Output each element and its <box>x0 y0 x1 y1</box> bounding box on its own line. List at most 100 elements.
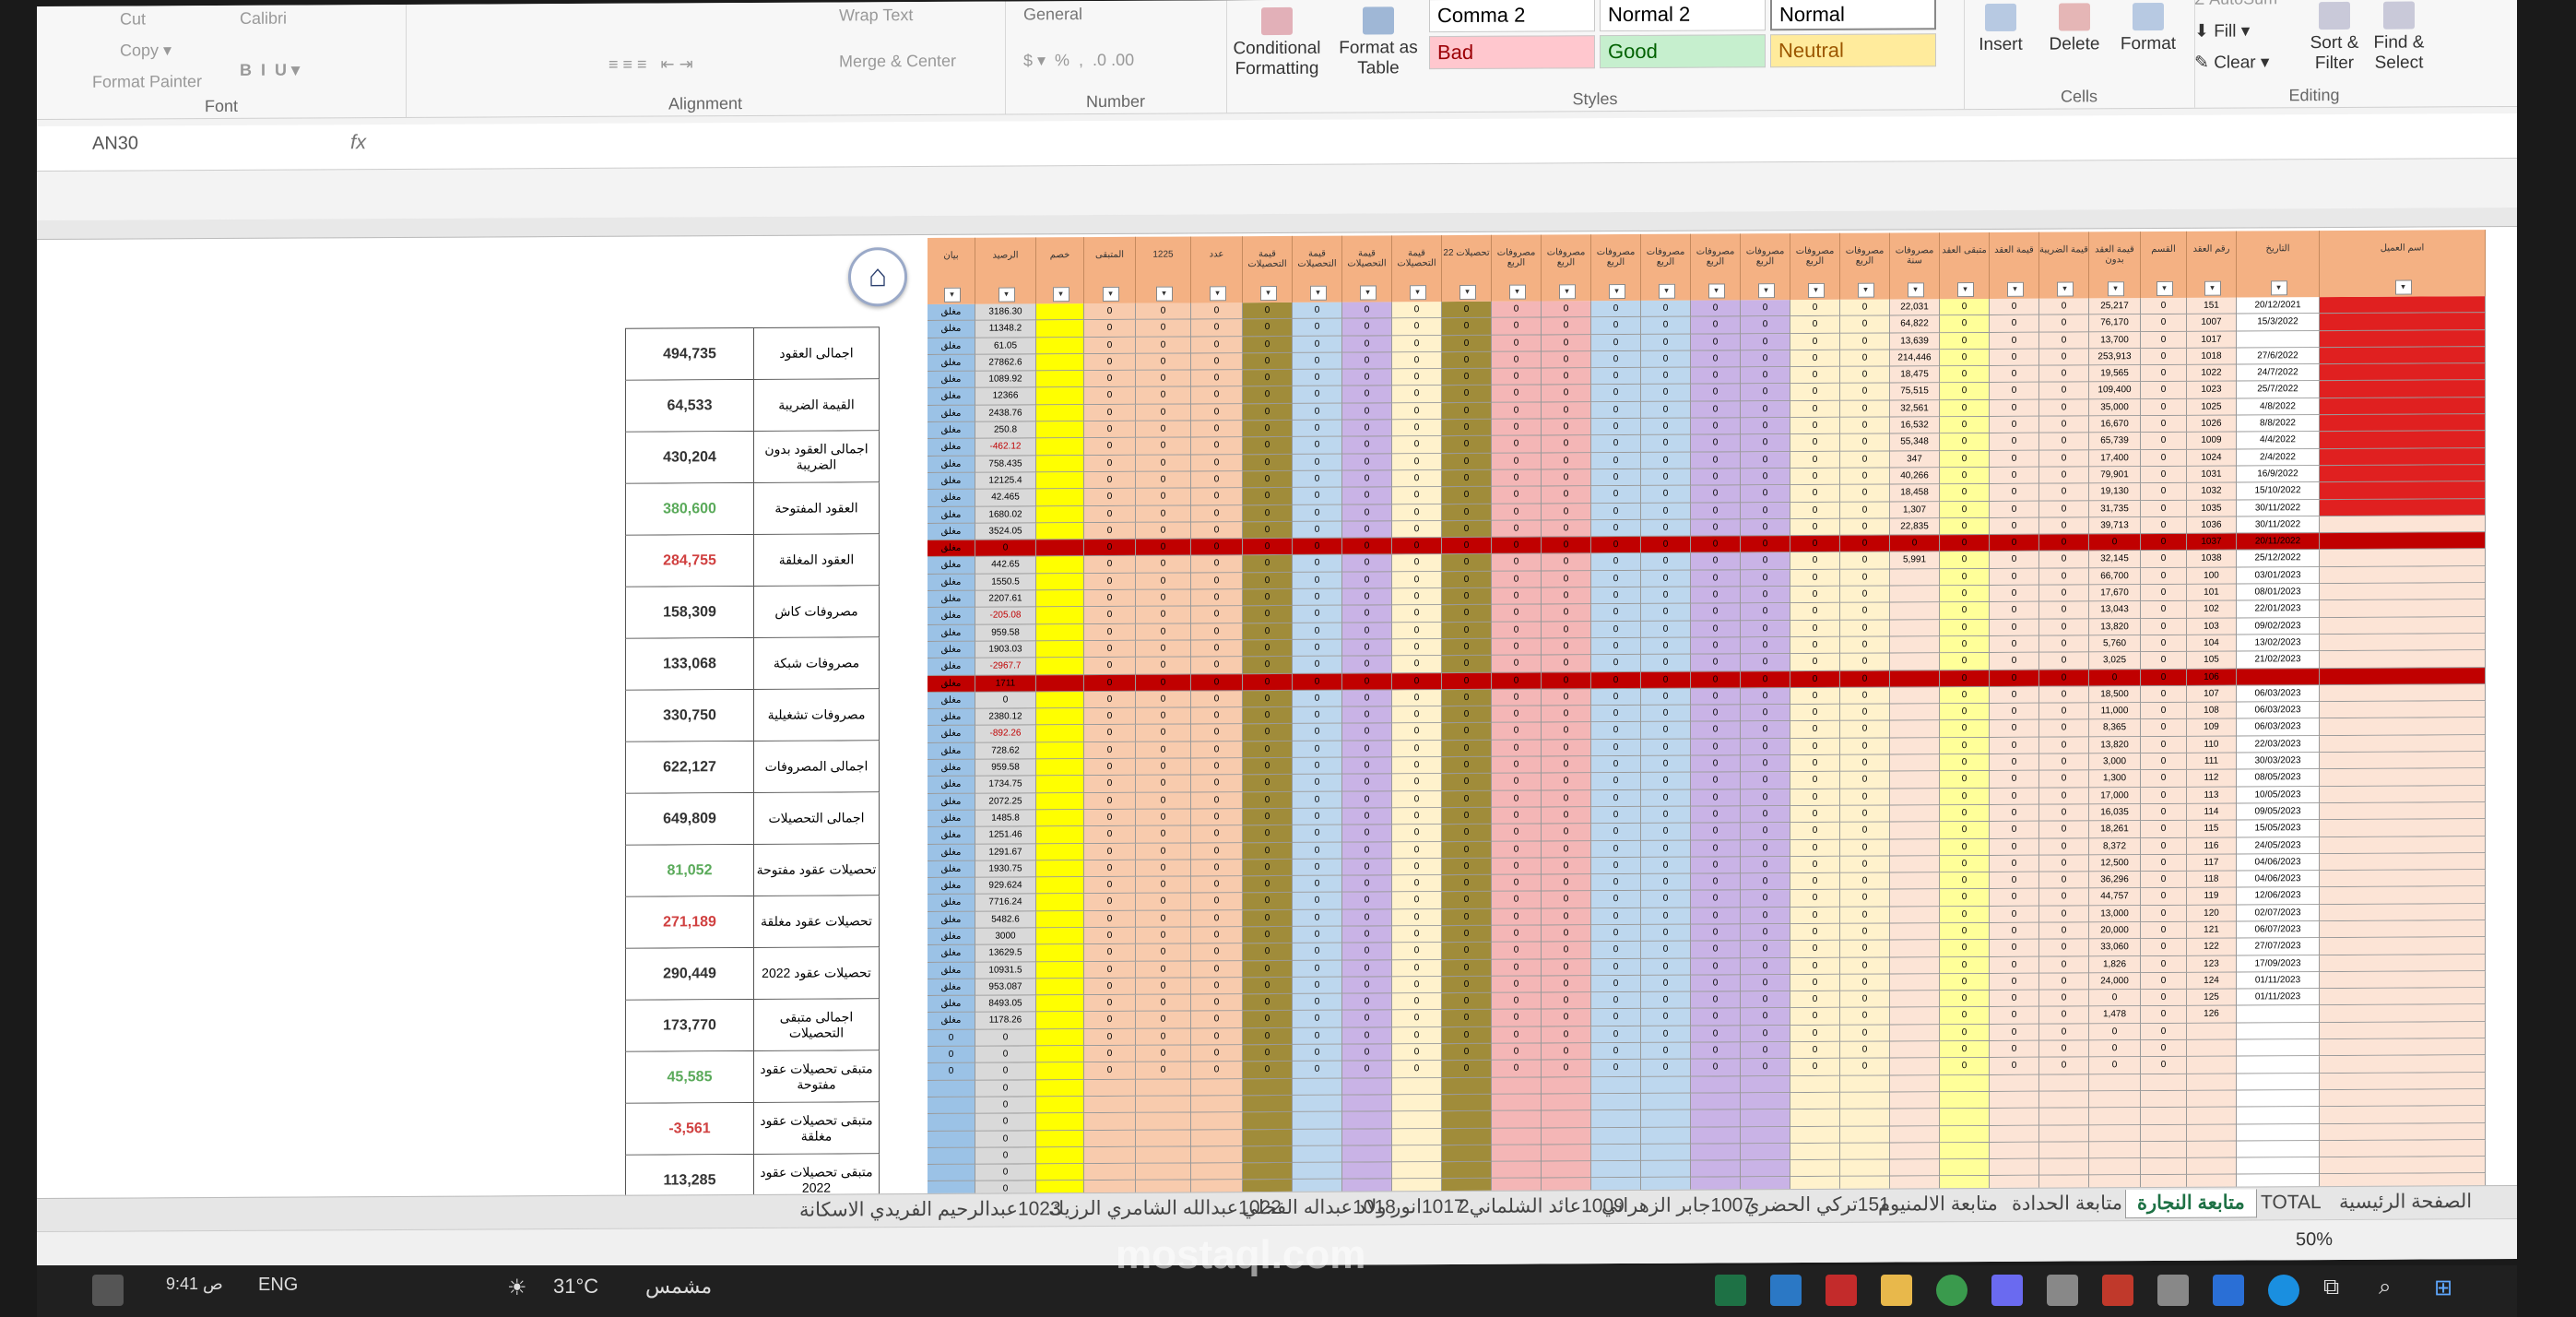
table-cell[interactable]: 0 <box>1492 604 1542 623</box>
table-cell[interactable]: 0 <box>1840 738 1890 755</box>
table-cell[interactable] <box>1890 754 1940 772</box>
table-cell[interactable]: 0 <box>1243 876 1293 894</box>
table-cell[interactable]: 0 <box>1136 910 1191 928</box>
table-cell[interactable] <box>1084 1079 1136 1098</box>
table-cell[interactable] <box>1990 1158 2039 1177</box>
table-cell[interactable]: 100 <box>2187 567 2237 585</box>
table-cell[interactable]: 0 <box>1293 673 1342 691</box>
table-cell[interactable] <box>1741 1126 1790 1145</box>
language-indicator[interactable]: ENG <box>258 1275 298 1296</box>
table-cell[interactable]: 0 <box>1940 670 1990 688</box>
sheet-tab[interactable]: متابعة الحدادة <box>2001 1190 2133 1218</box>
table-cell[interactable] <box>2237 1039 2320 1057</box>
table-cell[interactable]: 0 <box>1741 518 1790 537</box>
table-cell[interactable] <box>1392 1128 1442 1146</box>
table-cell[interactable]: 0 <box>1084 539 1136 557</box>
table-cell[interactable] <box>2320 532 2486 551</box>
table-cell[interactable] <box>2187 1141 2237 1158</box>
table-cell[interactable]: 0 <box>1940 315 1990 333</box>
table-cell[interactable]: 0 <box>1790 350 1840 368</box>
table-cell[interactable]: 1031 <box>2187 466 2237 484</box>
table-cell[interactable]: 0 <box>1492 1060 1542 1078</box>
table-cell[interactable]: 0 <box>1243 1011 1293 1028</box>
table-cell[interactable]: 1734.75 <box>975 776 1036 794</box>
table-cell[interactable]: 0 <box>1492 537 1542 555</box>
table-cell[interactable]: 0 <box>1840 704 1890 722</box>
table-cell[interactable] <box>928 1097 975 1115</box>
table-cell[interactable]: 0 <box>1243 302 1293 320</box>
table-cell[interactable]: 17,400 <box>2089 449 2141 468</box>
table-cell[interactable] <box>1591 1076 1641 1095</box>
table-cell[interactable]: 0 <box>1691 350 1741 368</box>
filter-dropdown-icon[interactable]: ▾ <box>998 287 1015 303</box>
filter-dropdown-icon[interactable]: ▾ <box>1155 286 1173 302</box>
table-header-cell[interactable]: عدد ▾ <box>1191 236 1243 303</box>
table-cell[interactable]: 0 <box>1243 437 1293 455</box>
table-cell[interactable]: 0 <box>1641 1026 1691 1043</box>
table-cell[interactable]: 0 <box>1243 606 1293 623</box>
table-cell[interactable]: 0 <box>1940 585 1990 603</box>
table-cell[interactable]: 0 <box>1293 588 1342 607</box>
table-cell[interactable]: 0 <box>1591 857 1641 875</box>
table-cell[interactable] <box>1641 1076 1691 1094</box>
table-cell[interactable] <box>1890 1058 1940 1076</box>
table-cell[interactable]: 0 <box>1990 298 2039 316</box>
table-cell[interactable]: 0 <box>2141 702 2187 720</box>
table-header-cell[interactable]: خصم ▾ <box>1036 237 1084 304</box>
table-cell[interactable]: 0 <box>1542 553 1591 572</box>
table-cell[interactable]: 0 <box>1990 383 2039 400</box>
table-cell[interactable]: 02/07/2023 <box>2237 904 2320 922</box>
table-cell[interactable]: 0 <box>1191 403 1243 421</box>
table-cell[interactable]: 0 <box>1191 876 1243 894</box>
app5-taskbar-icon[interactable] <box>2157 1275 2189 1306</box>
table-cell[interactable] <box>1890 771 1940 789</box>
table-cell[interactable]: 0 <box>1940 1024 1990 1042</box>
table-cell[interactable]: 0 <box>1641 536 1691 554</box>
table-cell[interactable] <box>2187 1039 2237 1058</box>
table-cell[interactable]: 0 <box>1342 808 1392 825</box>
table-cell[interactable]: 0 <box>1191 909 1243 928</box>
table-cell[interactable]: 0 <box>1990 889 2039 907</box>
table-cell[interactable]: 0 <box>2141 601 2187 619</box>
table-cell[interactable] <box>2320 802 2486 821</box>
table-cell[interactable]: 0 <box>1840 1058 1890 1076</box>
table-cell[interactable]: 0 <box>1191 555 1243 574</box>
table-cell[interactable] <box>2320 1038 2486 1057</box>
table-cell[interactable]: 0 <box>1840 754 1890 773</box>
table-cell[interactable]: 0 <box>1591 368 1641 386</box>
table-cell[interactable]: 0 <box>1243 588 1293 607</box>
table-cell[interactable]: 0 <box>1591 435 1641 453</box>
table-cell[interactable] <box>1890 856 1940 873</box>
delete-button[interactable]: Delete <box>2042 3 2107 54</box>
table-cell[interactable]: 0 <box>1591 874 1641 892</box>
table-cell[interactable] <box>1641 1160 1691 1179</box>
find-select-button[interactable]: Find & Select <box>2369 1 2428 73</box>
table-cell[interactable]: 0 <box>1243 521 1293 540</box>
table-cell[interactable]: 0 <box>2141 415 2187 433</box>
table-cell[interactable] <box>1840 1109 1890 1127</box>
table-cell[interactable]: 0 <box>2039 686 2089 704</box>
table-cell[interactable]: 0 <box>1293 318 1342 337</box>
table-cell[interactable]: 0 <box>1691 637 1741 655</box>
table-cell[interactable] <box>1890 822 1940 840</box>
table-cell[interactable]: 0 <box>1136 1028 1191 1046</box>
table-cell[interactable]: 0 <box>2141 888 2187 906</box>
show-desktop-icon[interactable] <box>92 1275 124 1306</box>
table-cell[interactable]: 0 <box>2039 365 2089 384</box>
table-cell[interactable]: 0 <box>1442 824 1492 842</box>
table-cell[interactable]: مغلق <box>928 675 975 693</box>
table-cell[interactable]: 0 <box>1342 386 1392 404</box>
table-cell[interactable]: 0 <box>1342 1061 1392 1079</box>
table-cell[interactable]: 25,217 <box>2089 298 2141 315</box>
table-cell[interactable]: 0 <box>1293 774 1342 792</box>
table-cell[interactable]: 0 <box>1741 587 1790 604</box>
table-cell[interactable]: 0 <box>1342 672 1392 691</box>
table-cell[interactable]: 0 <box>1741 1025 1790 1043</box>
table-cell[interactable]: 0 <box>1191 1027 1243 1046</box>
table-cell[interactable]: 0 <box>1342 588 1392 606</box>
table-cell[interactable] <box>1036 776 1084 793</box>
table-cell[interactable] <box>1392 1162 1442 1180</box>
table-cell[interactable]: 0 <box>2141 382 2187 399</box>
table-cell[interactable]: 1,300 <box>2089 770 2141 788</box>
sort-filter-button[interactable]: Sort & Filter <box>2305 1 2364 74</box>
